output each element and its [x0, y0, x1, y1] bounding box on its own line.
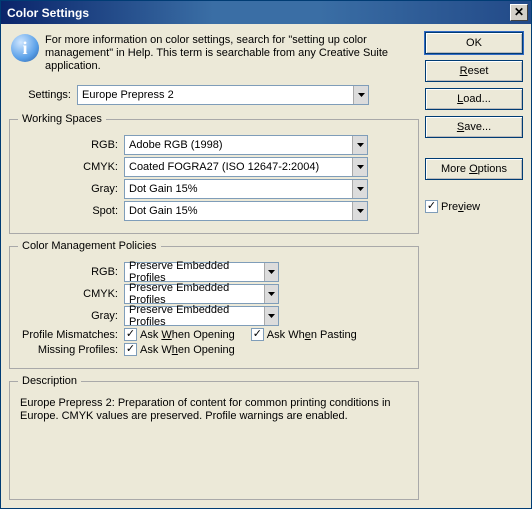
settings-label: Settings: — [9, 89, 71, 101]
pol-rgb-label: RGB: — [18, 266, 118, 278]
mismatch-opening-check[interactable]: Ask When Opening — [124, 328, 235, 341]
pol-gray-select[interactable]: Preserve Embedded Profiles — [124, 306, 279, 326]
settings-select[interactable]: Europe Prepress 2 — [77, 85, 369, 105]
chevron-down-icon — [352, 136, 367, 154]
pol-cmyk-label: CMYK: — [18, 288, 118, 300]
description-group: Description Europe Prepress 2: Preparati… — [9, 375, 419, 500]
working-spaces-legend: Working Spaces — [18, 113, 106, 125]
chevron-down-icon — [353, 86, 368, 104]
reset-button[interactable]: Reset — [425, 60, 523, 82]
chevron-down-icon — [352, 202, 367, 220]
info-icon: i — [11, 34, 39, 62]
info-text: For more information on color settings, … — [45, 34, 417, 73]
ws-rgb-select[interactable]: Adobe RGB (1998) — [124, 135, 368, 155]
missing-label: Missing Profiles: — [18, 344, 118, 356]
pol-cmyk-select[interactable]: Preserve Embedded Profiles — [124, 284, 279, 304]
ws-gray-label: Gray: — [18, 183, 118, 195]
description-text: Europe Prepress 2: Preparation of conten… — [18, 395, 410, 425]
window-title: Color Settings — [7, 6, 510, 20]
chevron-down-icon — [352, 158, 367, 176]
more-options-button[interactable]: More Options — [425, 158, 523, 180]
working-spaces-group: Working Spaces RGB: Adobe RGB (1998) CMY… — [9, 113, 419, 234]
description-legend: Description — [18, 375, 81, 387]
ws-spot-label: Spot: — [18, 205, 118, 217]
chevron-down-icon — [264, 263, 278, 281]
policies-group: Color Management Policies RGB: Preserve … — [9, 240, 419, 369]
mismatch-pasting-label: Ask When Pasting — [267, 329, 357, 341]
ws-cmyk-label: CMYK: — [18, 161, 118, 173]
ws-cmyk-select[interactable]: Coated FOGRA27 (ISO 12647-2:2004) — [124, 157, 368, 177]
chevron-down-icon — [264, 285, 278, 303]
titlebar: Color Settings ✕ — [1, 1, 531, 24]
mismatch-opening-label: Ask When Opening — [140, 329, 235, 341]
preview-label: Preview — [441, 201, 480, 213]
pol-rgb-select[interactable]: Preserve Embedded Profiles — [124, 262, 279, 282]
color-settings-dialog: Color Settings ✕ i For more information … — [0, 0, 532, 509]
chevron-down-icon — [352, 180, 367, 198]
ws-spot-select[interactable]: Dot Gain 15% — [124, 201, 368, 221]
ws-rgb-label: RGB: — [18, 139, 118, 151]
settings-value: Europe Prepress 2 — [82, 89, 174, 101]
close-button[interactable]: ✕ — [510, 4, 528, 21]
ok-button[interactable]: OK — [425, 32, 523, 54]
pol-gray-label: Gray: — [18, 310, 118, 322]
load-button[interactable]: Load... — [425, 88, 523, 110]
mismatch-pasting-check[interactable]: Ask When Pasting — [251, 328, 357, 341]
save-button[interactable]: Save... — [425, 116, 523, 138]
mismatch-label: Profile Mismatches: — [18, 329, 118, 341]
preview-check[interactable]: Preview — [425, 200, 513, 213]
chevron-down-icon — [264, 307, 278, 325]
policies-legend: Color Management Policies — [18, 240, 161, 252]
missing-opening-check[interactable]: Ask When Opening — [124, 343, 235, 356]
ws-gray-select[interactable]: Dot Gain 15% — [124, 179, 368, 199]
missing-opening-label: Ask When Opening — [140, 344, 235, 356]
